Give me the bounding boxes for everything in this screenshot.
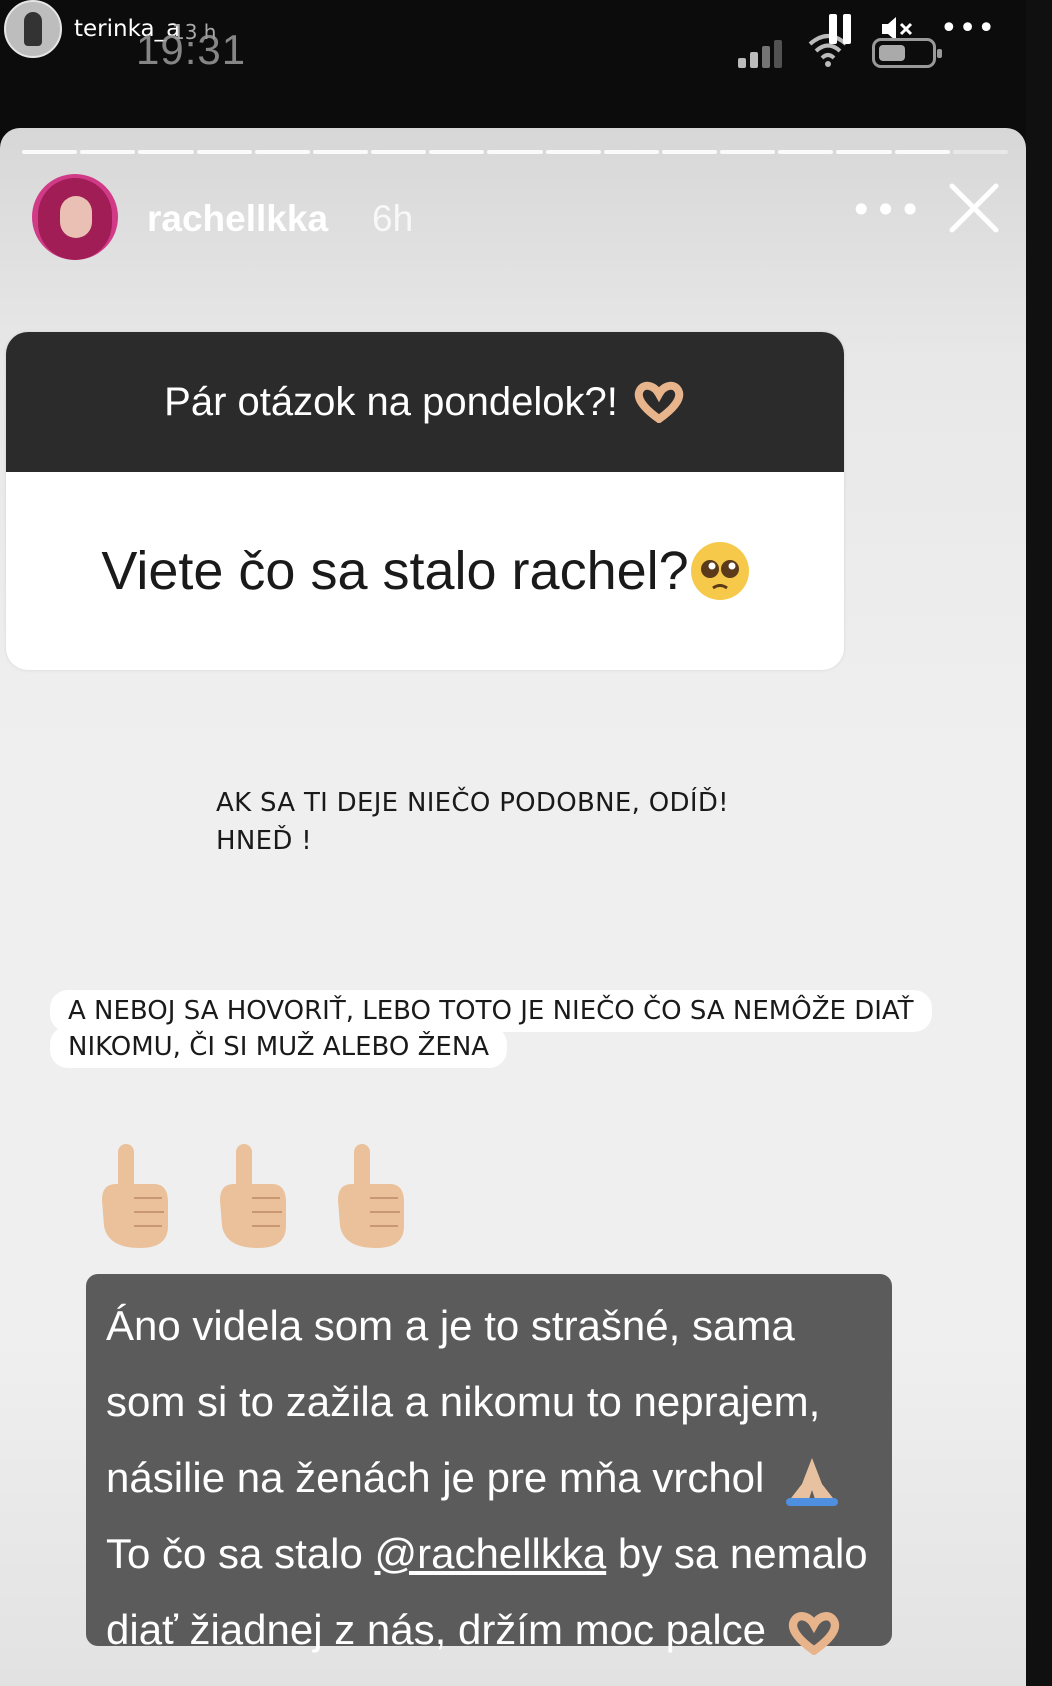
answer-text-block: Áno videla som a je to strašné, sama som… [86, 1274, 892, 1656]
question-text: Viete čo sa stalo rachel? [101, 541, 689, 601]
pointing-emoji-row [96, 1140, 408, 1250]
pause-icon[interactable] [829, 14, 853, 44]
answer-line-5-row: diať žiadnej z nás, držím moc palce [106, 1592, 872, 1668]
heart-hands-icon [634, 381, 683, 423]
more-options-icon[interactable]: ••• [940, 14, 996, 44]
window-edge [1026, 0, 1052, 1686]
warning-line-2: HNEĎ ! [216, 826, 312, 856]
answer-line-4-row: To čo sa stalo @rachellkka by sa nemalo [106, 1516, 872, 1592]
question-sticker: Pár otázok na pondelok?! Viete čo sa sta… [6, 332, 844, 670]
story-frame[interactable]: rachellkka 6h ••• Pár otázok na pondelok… [0, 128, 1026, 1686]
close-icon[interactable] [944, 178, 1004, 238]
device-status-bar: terinka_a 13 h 19:31 ••• [0, 0, 1052, 130]
pointing-up-hand-icon [102, 1144, 168, 1248]
pleading-face-icon [690, 542, 749, 600]
question-sticker-header: Pár otázok na pondelok?! [6, 332, 844, 472]
pointing-up-hand-icon [338, 1144, 404, 1248]
answer-line-5: diať žiadnej z nás, držím moc palce [106, 1606, 767, 1653]
caption-line-2: NIKOMU, ČI SI MUŽ ALEBO ŽENA [50, 1026, 508, 1068]
story-author-avatar[interactable] [32, 174, 118, 260]
warning-text: AK SA TI DEJE NIEČO PODOBNE, ODÍĎ! HNEĎ … [216, 784, 729, 860]
uploader-avatar[interactable] [4, 0, 62, 58]
question-sticker-title: Pár otázok na pondelok?! [164, 379, 618, 424]
answer-line-3-row: násilie na ženách je pre mňa vrchol [106, 1440, 872, 1516]
story-author-username[interactable]: rachellkka [147, 198, 328, 240]
status-clock: 19:31 [136, 26, 247, 73]
heart-hands-icon [788, 1611, 839, 1656]
story-progress-bar [22, 150, 1008, 154]
battery-icon [872, 38, 942, 68]
story-age: 6h [372, 198, 414, 239]
answer-line-4-end: by sa nemalo [606, 1530, 868, 1577]
pointing-up-hand-icon [220, 1144, 286, 1248]
folded-hands-icon [786, 1457, 839, 1506]
mention-link[interactable]: @rachellkka [374, 1530, 606, 1577]
question-sticker-body: Viete čo sa stalo rachel? [6, 472, 844, 670]
signal-strength-icon [738, 38, 788, 68]
answer-line-4-start: To čo sa stalo [106, 1530, 375, 1577]
answer-line-2: som si to zažila a nikomu to neprajem, [106, 1378, 821, 1425]
warning-line-1: AK SA TI DEJE NIEČO PODOBNE, ODÍĎ! [216, 788, 729, 818]
story-more-icon[interactable]: ••• [850, 188, 923, 232]
answer-line-1: Áno videla som a je to strašné, sama [106, 1302, 795, 1349]
answer-line-3: násilie na ženách je pre mňa vrchol [106, 1454, 765, 1501]
